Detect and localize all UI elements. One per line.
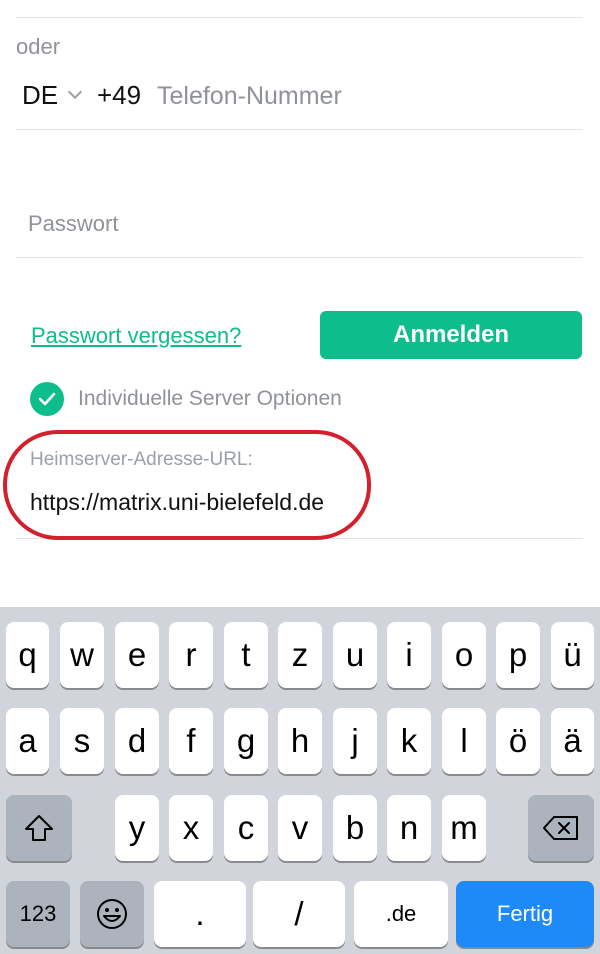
homeserver-label: Heimserver-Adresse-URL: [30, 449, 253, 470]
numbers-key[interactable]: 123 [6, 881, 70, 947]
key-t[interactable]: t [224, 622, 268, 688]
key-z[interactable]: z [278, 622, 322, 688]
done-key[interactable]: Fertig [456, 881, 594, 947]
password-input[interactable] [28, 206, 568, 242]
divider [16, 257, 583, 258]
domain-key[interactable]: .de [354, 881, 448, 947]
key-g[interactable]: g [224, 708, 268, 774]
divider [16, 129, 583, 130]
key-k[interactable]: k [387, 708, 431, 774]
key-d[interactable]: d [115, 708, 159, 774]
chevron-down-icon [68, 84, 83, 99]
forgot-password-link[interactable]: Passwort vergessen? [31, 323, 241, 349]
key-o-umlaut[interactable]: ö [496, 708, 540, 774]
checkmark-icon [30, 382, 64, 416]
server-options-label: Individuelle Server Optionen [78, 387, 342, 410]
key-h[interactable]: h [278, 708, 322, 774]
key-a-umlaut[interactable]: ä [551, 708, 594, 774]
key-o[interactable]: o [442, 622, 486, 688]
key-n[interactable]: n [387, 795, 431, 861]
onscreen-keyboard: q w e r t z u i o p ü a s d f g h j k l … [0, 607, 600, 954]
login-form: oder DE +49 Passwort vergessen? Anmelden… [0, 0, 600, 607]
key-e[interactable]: e [115, 622, 159, 688]
login-button[interactable]: Anmelden [320, 311, 582, 359]
key-a[interactable]: a [6, 708, 49, 774]
country-selector[interactable]: DE [22, 80, 83, 111]
key-q[interactable]: q [6, 622, 49, 688]
key-i[interactable]: i [387, 622, 431, 688]
divider [16, 538, 583, 539]
phone-number-input[interactable] [157, 78, 577, 114]
key-c[interactable]: c [224, 795, 268, 861]
key-j[interactable]: j [333, 708, 377, 774]
homeserver-url-input[interactable] [30, 484, 360, 520]
server-options-toggle[interactable]: Individuelle Server Optionen [30, 382, 342, 416]
emoji-icon [97, 899, 127, 929]
key-v[interactable]: v [278, 795, 322, 861]
shift-key[interactable] [6, 795, 72, 861]
key-f[interactable]: f [169, 708, 213, 774]
key-w[interactable]: w [60, 622, 104, 688]
backspace-icon [543, 816, 578, 840]
emoji-key[interactable] [80, 881, 144, 947]
divider [16, 17, 583, 18]
key-y[interactable]: y [115, 795, 159, 861]
key-u-umlaut[interactable]: ü [551, 622, 594, 688]
key-p[interactable]: p [496, 622, 540, 688]
or-label: oder [16, 34, 61, 59]
slash-key[interactable]: / [253, 881, 345, 947]
key-u[interactable]: u [333, 622, 377, 688]
country-code: DE [22, 80, 59, 110]
shift-icon [25, 815, 53, 841]
key-l[interactable]: l [442, 708, 486, 774]
key-b[interactable]: b [333, 795, 377, 861]
dot-key[interactable]: . [154, 881, 246, 947]
dial-code: +49 [97, 80, 142, 110]
delete-key[interactable] [528, 795, 594, 861]
key-m[interactable]: m [442, 795, 486, 861]
key-r[interactable]: r [169, 622, 213, 688]
key-s[interactable]: s [60, 708, 104, 774]
key-x[interactable]: x [169, 795, 213, 861]
